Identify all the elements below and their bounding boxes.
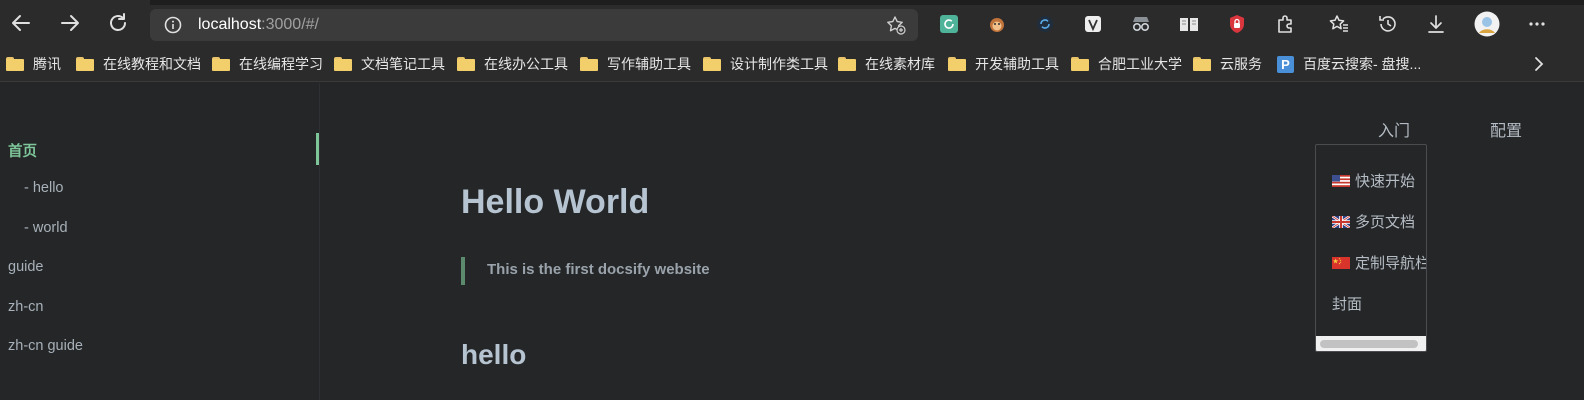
bookmark-label: 设计制作类工具 (730, 56, 828, 72)
url-path: :3000/#/ (261, 16, 319, 33)
url-text: localhost:3000/#/ (198, 16, 319, 34)
sync-ext-icon[interactable] (1034, 13, 1056, 35)
reader-ext-icon[interactable] (1178, 13, 1200, 35)
uk-flag-icon (1331, 215, 1351, 229)
bookmark-folder[interactable]: 合肥工业大学 (1071, 55, 1182, 73)
bookmark-label: 开发辅助工具 (975, 56, 1059, 72)
forward-arrow-icon (61, 15, 79, 31)
tab-strip (150, 0, 1584, 5)
bookmark-label: 云服务 (1220, 56, 1262, 72)
reload-icon (110, 13, 126, 31)
section-heading: hello (461, 339, 527, 370)
bookmark-link[interactable]: P 百度云搜索- 盘搜... (1277, 55, 1421, 73)
bookmark-folder[interactable]: 云服务 (1193, 55, 1262, 73)
nav-config[interactable]: 配置 (1490, 117, 1522, 141)
sidebar-item-zh-cn-guide[interactable]: zh-cn guide (8, 338, 83, 354)
pansou-icon: P (1277, 55, 1294, 73)
back-arrow-icon (12, 15, 30, 31)
nav-dropdown-menu: 快速开始 多页文档 定制导航栏 封面 (1315, 144, 1427, 352)
folder-icon (1193, 57, 1211, 71)
dropdown-item-label: 快速开始 (1355, 172, 1416, 190)
folder-icon (212, 57, 230, 71)
lock-ext-icon[interactable] (1226, 13, 1248, 35)
bookmark-label: 文档笔记工具 (361, 56, 445, 72)
url-host: localhost (198, 16, 262, 33)
dropdown-item-quickstart[interactable]: 快速开始 (1332, 170, 1415, 190)
history-icon[interactable] (1377, 13, 1399, 35)
bookmark-folder[interactable]: 在线素材库 (838, 55, 935, 73)
site-info-icon[interactable] (164, 16, 182, 39)
bookmark-label: 合肥工业大学 (1098, 56, 1182, 72)
folder-icon (1071, 57, 1089, 71)
bookmarks-bar: 腾讯 在线教程和文档 在线编程学习 文档笔记工具 在线办公工具 写作辅助工具 设… (0, 46, 1584, 82)
chevron-right-icon (1535, 57, 1544, 71)
bookmark-label: 在线教程和文档 (103, 56, 201, 72)
bookmark-folder[interactable]: 在线办公工具 (457, 55, 568, 73)
scrollbar-thumb[interactable] (1320, 340, 1418, 348)
folder-icon (948, 57, 966, 71)
address-bar[interactable]: localhost:3000/#/ (150, 9, 918, 41)
bookmark-folder[interactable]: 腾讯 (6, 55, 61, 73)
bookmark-folder[interactable]: 设计制作类工具 (703, 55, 828, 73)
us-flag-icon (1332, 174, 1350, 187)
profile-avatar[interactable] (1474, 11, 1500, 37)
blockquote-text: This is the first docsify website (487, 261, 710, 278)
dropdown-horizontal-scrollbar[interactable] (1316, 336, 1426, 351)
bookmark-label: 百度云搜索- 盘搜... (1303, 56, 1422, 72)
bookmark-folder[interactable]: 开发辅助工具 (948, 55, 1059, 73)
more-icon[interactable] (1526, 13, 1548, 35)
sidebar-item-guide[interactable]: guide (8, 259, 43, 275)
folder-icon (6, 57, 24, 71)
reload-button[interactable] (105, 10, 131, 36)
bookmark-folder[interactable]: 文档笔记工具 (334, 55, 445, 73)
spy-ext-icon[interactable] (1130, 13, 1152, 35)
bookmark-label: 写作辅助工具 (607, 56, 691, 72)
bookmark-label: 在线编程学习 (239, 56, 323, 72)
sidebar-item-hello[interactable]: - hello (24, 180, 64, 196)
page-title: Hello World (461, 183, 650, 221)
folder-icon (457, 57, 475, 71)
forward-button[interactable] (57, 10, 83, 36)
bookmark-folder[interactable]: 在线教程和文档 (76, 55, 201, 73)
sidebar-active-indicator (316, 133, 319, 165)
folder-icon (703, 57, 721, 71)
bookmark-label: 在线素材库 (865, 56, 935, 72)
folder-icon (838, 57, 856, 71)
cn-flag-icon (1332, 256, 1350, 269)
folder-icon (76, 57, 94, 71)
puzzle-icon[interactable] (1274, 13, 1296, 35)
dropdown-item-label: 定制导航栏 (1355, 254, 1427, 272)
sidebar-item-world[interactable]: - world (24, 220, 68, 236)
refresh-ext-icon[interactable] (938, 13, 960, 35)
favorites-icon[interactable] (1328, 13, 1350, 35)
back-button[interactable] (8, 10, 34, 36)
sidebar: 首页 - hello - world guide zh-cn zh-cn gui… (0, 83, 320, 400)
folder-icon (334, 57, 352, 71)
bookmark-label: 在线办公工具 (484, 56, 568, 72)
dropdown-item-label: 多页文档 (1355, 213, 1416, 231)
v-ext-icon[interactable] (1082, 13, 1104, 35)
dropdown-item-multipage[interactable]: 多页文档 (1331, 211, 1416, 231)
bookmarks-overflow-button[interactable] (1532, 55, 1546, 73)
bookmark-folder[interactable]: 在线编程学习 (212, 55, 323, 73)
bookmark-folder[interactable]: 写作辅助工具 (580, 55, 691, 73)
blockquote: This is the first docsify website (461, 257, 961, 285)
sidebar-item-home[interactable]: 首页 (8, 140, 37, 161)
download-icon[interactable] (1425, 13, 1447, 35)
dropdown-item-custom-navbar[interactable]: 定制导航栏 (1332, 252, 1427, 272)
browser-toolbar: localhost:3000/#/ (0, 0, 1584, 46)
nav-intro[interactable]: 入门 (1378, 117, 1410, 141)
dropdown-item-cover[interactable]: 封面 (1332, 293, 1362, 313)
monkey-ext-icon[interactable] (986, 13, 1008, 35)
folder-icon (580, 57, 598, 71)
sidebar-item-zh-cn[interactable]: zh-cn (8, 299, 43, 315)
add-favorite-icon[interactable] (886, 15, 906, 40)
bookmark-label: 腾讯 (33, 56, 61, 72)
